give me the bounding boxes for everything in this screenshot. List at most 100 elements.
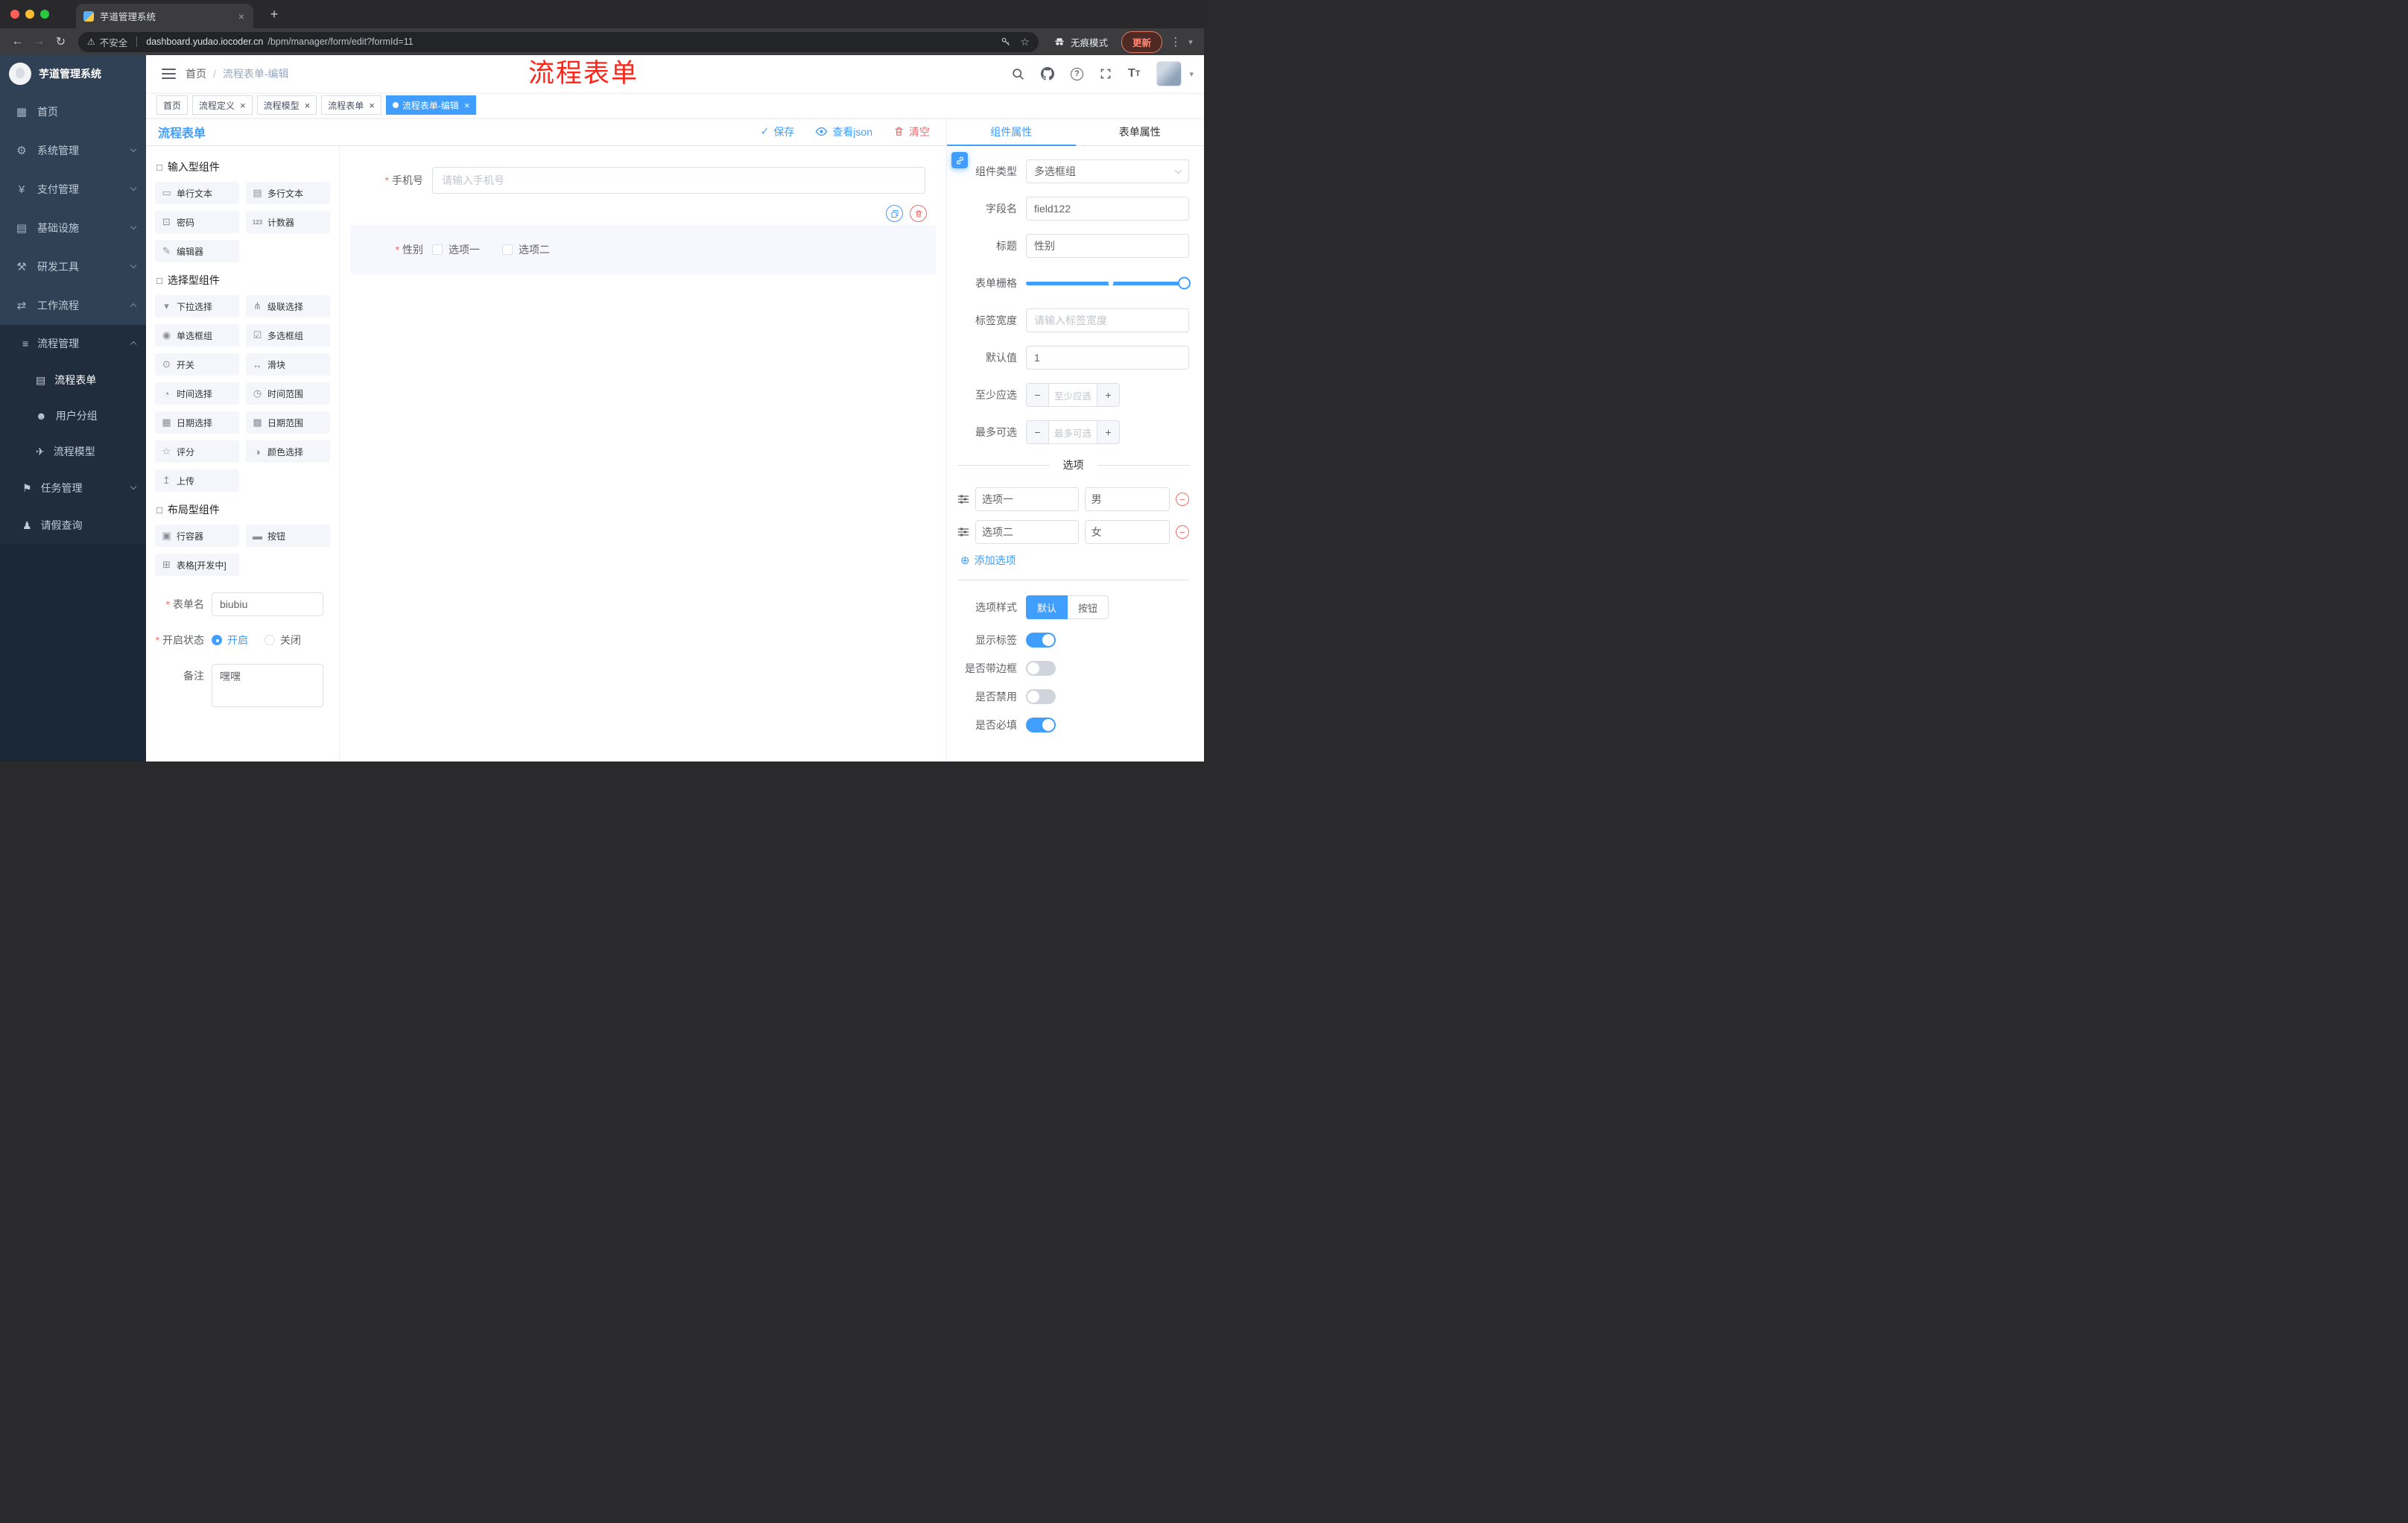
form-grid-slider[interactable] — [1026, 271, 1191, 295]
doc-link-button[interactable] — [951, 152, 968, 168]
zoom-window-button[interactable] — [40, 10, 49, 19]
clear-button[interactable]: 清空 — [893, 124, 930, 139]
tab-component-properties[interactable]: 组件属性 — [947, 118, 1076, 146]
github-icon[interactable] — [1040, 67, 1054, 80]
tag-process-form[interactable]: 流程表单 × — [321, 95, 381, 115]
form-canvas[interactable]: 手机号 — [340, 146, 946, 762]
sidebar-item-task-management[interactable]: ⚑ 任务管理 — [0, 469, 146, 507]
tag-close-icon[interactable]: × — [305, 101, 311, 110]
back-icon[interactable]: ← — [7, 32, 28, 52]
option-name-input[interactable] — [975, 487, 1079, 511]
option-name-input[interactable] — [975, 520, 1079, 544]
component-type-select[interactable]: 多选框组 — [1026, 159, 1189, 183]
remove-option-button[interactable]: − — [1176, 525, 1189, 539]
checkbox-option-1[interactable]: 选项一 — [432, 242, 480, 257]
tab-close-icon[interactable]: × — [237, 10, 246, 22]
palette-item-select[interactable]: ▾ 下拉选择 — [155, 295, 239, 317]
minimize-window-button[interactable] — [25, 10, 34, 19]
palette-item-table[interactable]: ⊞ 表格[开发中] — [155, 554, 239, 576]
canvas-field-phone[interactable]: 手机号 — [350, 162, 936, 198]
decrease-button[interactable]: − — [1027, 421, 1049, 443]
increase-button[interactable]: + — [1097, 421, 1119, 443]
browser-menu-kebab-icon[interactable]: ⋮ — [1168, 35, 1183, 48]
palette-item-editor[interactable]: ✎ 编辑器 — [155, 240, 239, 262]
drag-handle-icon[interactable] — [957, 526, 969, 538]
palette-item-password[interactable]: ⊡ 密码 — [155, 211, 239, 233]
avatar-caret-icon[interactable]: ▾ — [1189, 69, 1194, 79]
title-input[interactable] — [1026, 234, 1189, 258]
save-button[interactable]: ✓ 保存 — [761, 124, 795, 139]
sidebar-item-process-management[interactable]: ≡ 流程管理 — [0, 325, 146, 362]
password-key-icon[interactable] — [1001, 37, 1011, 47]
palette-item-multi-line-text[interactable]: ▤ 多行文本 — [246, 182, 330, 204]
sidebar-item-user-group[interactable]: ☻ 用户分组 — [0, 398, 146, 434]
palette-item-row-container[interactable]: ▣ 行容器 — [155, 525, 239, 547]
drag-handle-icon[interactable] — [957, 493, 969, 505]
phone-field-input[interactable] — [432, 167, 925, 194]
sidebar-item-workflow[interactable]: ⇄ 工作流程 — [0, 286, 146, 325]
palette-item-time-picker[interactable]: ◔ 时间选择 — [155, 382, 239, 405]
form-name-input[interactable] — [212, 592, 323, 616]
palette-item-radio-group[interactable]: ◉ 单选框组 — [155, 324, 239, 346]
show-label-switch[interactable] — [1026, 633, 1056, 647]
palette-item-checkbox-group[interactable]: ☑ 多选框组 — [246, 324, 330, 346]
palette-item-button[interactable]: ▬ 按钮 — [246, 525, 330, 547]
status-radio-on[interactable]: 开启 — [212, 628, 248, 652]
canvas-field-gender[interactable]: 性别 选项一 选项二 — [350, 205, 936, 274]
option-style-button[interactable]: 按钮 — [1068, 595, 1109, 619]
palette-item-time-range[interactable]: ◷ 时间范围 — [246, 382, 330, 405]
tag-process-model[interactable]: 流程模型 × — [256, 95, 317, 115]
palette-item-date-range[interactable]: ▩ 日期范围 — [246, 411, 330, 434]
tag-close-icon[interactable]: × — [369, 101, 375, 110]
palette-item-rate[interactable]: ☆ 评分 — [155, 440, 239, 463]
profile-caret-icon[interactable]: ▾ — [1185, 37, 1197, 47]
option-value-input[interactable] — [1084, 487, 1170, 511]
browser-tab[interactable]: 芋道管理系统 × — [76, 4, 253, 28]
user-avatar[interactable] — [1156, 61, 1182, 86]
tag-process-form-edit[interactable]: 流程表单-编辑 × — [385, 95, 477, 115]
browser-update-button[interactable]: 更新 — [1121, 31, 1162, 53]
security-chip[interactable]: ⚠ 不安全 — [87, 35, 127, 49]
palette-item-counter[interactable]: 123 计数器 — [246, 211, 330, 233]
disabled-switch[interactable] — [1026, 689, 1056, 704]
form-remark-textarea[interactable]: 嘿嘿 — [212, 664, 323, 707]
copy-component-button[interactable] — [886, 205, 903, 222]
checkbox-option-2[interactable]: 选项二 — [502, 242, 550, 257]
palette-item-color-picker[interactable]: ◑ 颜色选择 — [246, 440, 330, 463]
palette-item-slider[interactable]: ↔ 滑块 — [246, 353, 330, 376]
view-json-button[interactable]: 查看json — [815, 124, 872, 139]
status-radio-off[interactable]: 关闭 — [264, 628, 301, 652]
option-value-input[interactable] — [1084, 520, 1170, 544]
option-style-default[interactable]: 默认 — [1026, 595, 1068, 619]
hamburger-icon[interactable] — [162, 69, 176, 79]
palette-item-cascader[interactable]: ⋔ 级联选择 — [246, 295, 330, 317]
tag-close-icon[interactable]: × — [464, 101, 470, 110]
add-option-button[interactable]: ⊕ 添加选项 — [960, 553, 1189, 568]
help-icon[interactable]: ? — [1070, 67, 1083, 80]
breadcrumb-home-link[interactable]: 首页 — [186, 66, 206, 81]
delete-component-button[interactable] — [910, 205, 927, 222]
slider-handle[interactable] — [1178, 276, 1191, 290]
remove-option-button[interactable]: − — [1176, 493, 1189, 506]
reload-icon[interactable]: ↻ — [51, 32, 71, 52]
required-switch[interactable] — [1026, 718, 1056, 732]
max-select-value[interactable]: 最多可选 — [1049, 421, 1097, 443]
with-border-switch[interactable] — [1026, 661, 1056, 676]
default-value-input[interactable] — [1026, 346, 1189, 370]
tag-home[interactable]: 首页 — [156, 95, 188, 115]
tab-form-properties[interactable]: 表单属性 — [1076, 118, 1205, 145]
forward-icon[interactable]: → — [29, 32, 49, 52]
sidebar-item-process-form[interactable]: ▤ 流程表单 — [0, 362, 146, 398]
bookmark-star-icon[interactable]: ☆ — [1020, 36, 1030, 48]
fullscreen-icon[interactable] — [1100, 68, 1112, 80]
search-icon[interactable] — [1012, 68, 1024, 80]
min-select-value[interactable]: 至少应选 — [1049, 384, 1097, 406]
sidebar-item-infrastructure[interactable]: ▤ 基础设施 — [0, 209, 146, 247]
sidebar-item-system[interactable]: ⚙ 系统管理 — [0, 131, 146, 170]
sidebar-item-home[interactable]: ▦ 首页 — [0, 92, 146, 131]
close-window-button[interactable] — [10, 10, 19, 19]
label-width-input[interactable] — [1026, 308, 1189, 332]
sidebar-item-process-model[interactable]: ✈ 流程模型 — [0, 434, 146, 469]
sidebar-item-devtools[interactable]: ⚒ 研发工具 — [0, 247, 146, 286]
sidebar-item-payment[interactable]: ¥ 支付管理 — [0, 170, 146, 209]
